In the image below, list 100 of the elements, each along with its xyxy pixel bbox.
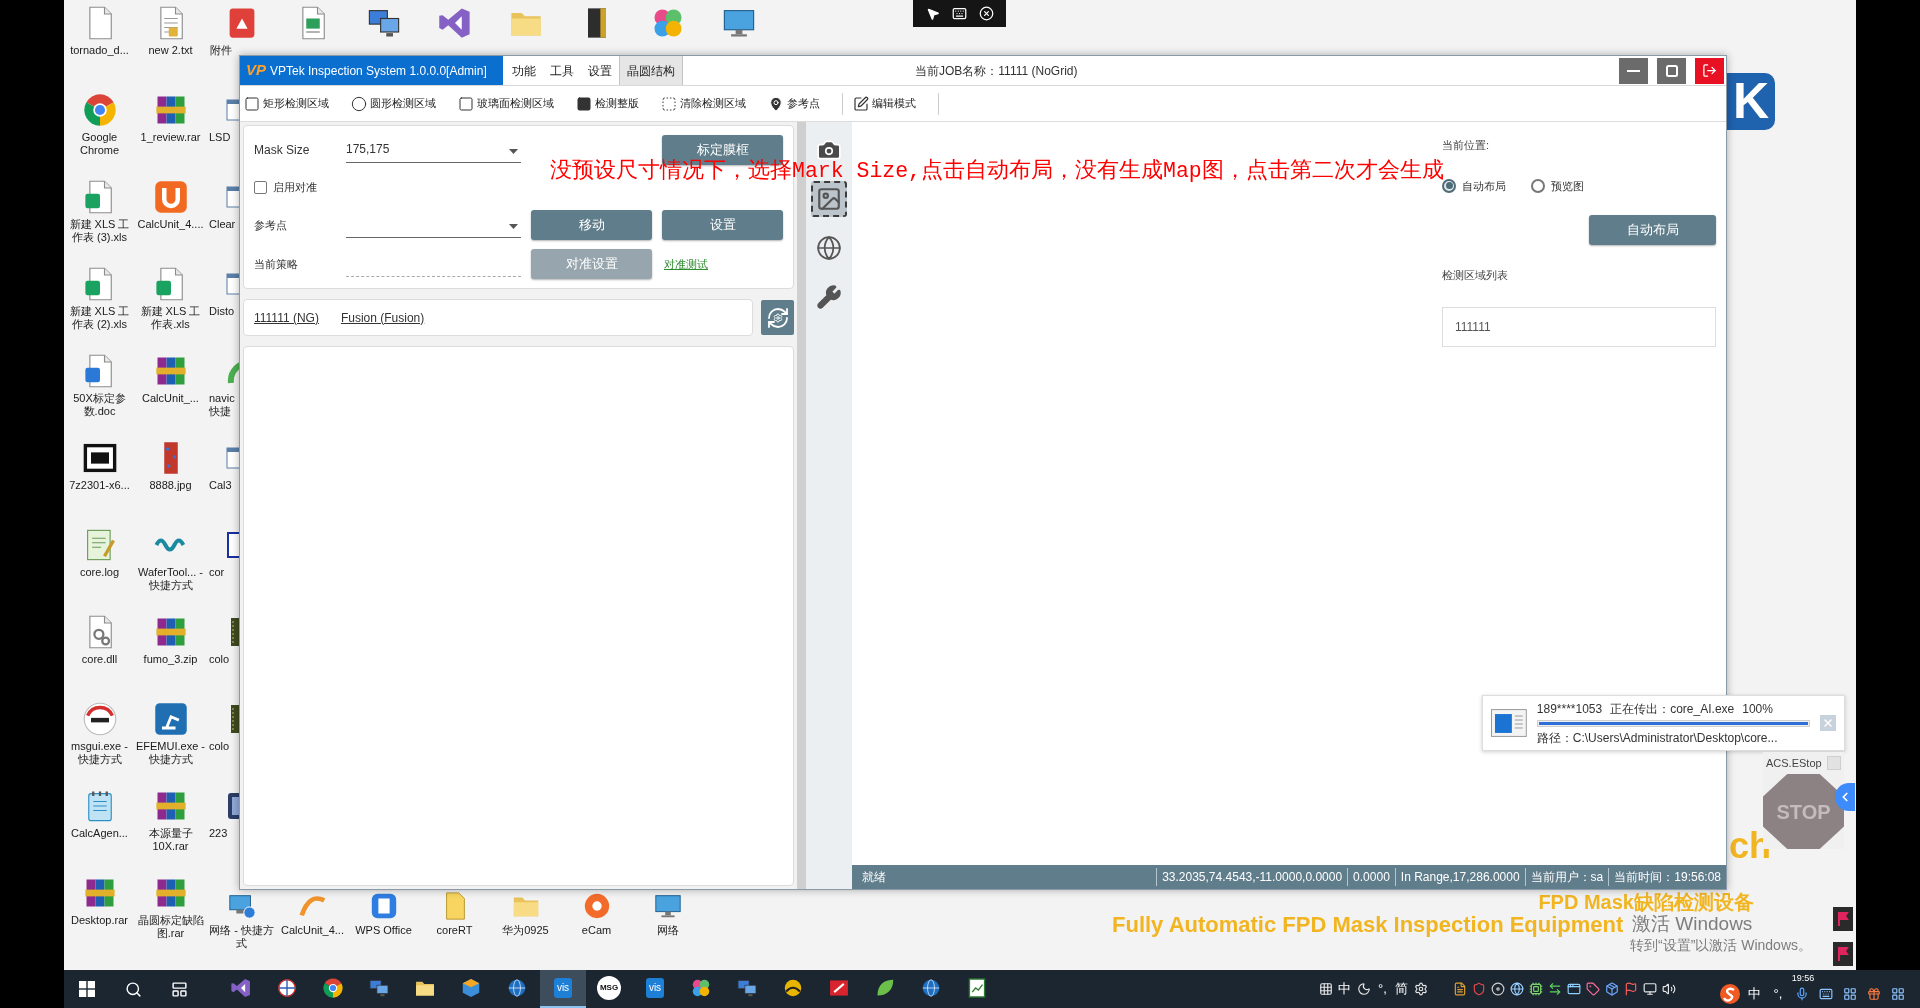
radio-button[interactable] — [1531, 178, 1545, 193]
desktop-shortcut[interactable]: new 2.txt — [135, 5, 206, 87]
desktop-shortcut[interactable]: 新建 XLS 工作表 (2).xls — [64, 266, 135, 348]
desktop-shortcut[interactable]: 晶圆标定缺陷图.rar — [135, 875, 206, 957]
radio-label[interactable]: 自动布局 — [1462, 177, 1506, 194]
desktop-shortcut[interactable]: EFEMUI.exe - 快捷方式 — [135, 701, 206, 783]
shortcut-label[interactable]: Disto — [209, 305, 239, 318]
chip-icon[interactable] — [1528, 982, 1543, 996]
menu-tab[interactable]: 工具 — [543, 56, 581, 85]
window-icon[interactable] — [1566, 982, 1581, 996]
toolbar-button[interactable]: 检测整版 — [576, 90, 639, 117]
shortcut-label[interactable]: colo — [209, 740, 239, 753]
moon-icon[interactable] — [1356, 982, 1371, 996]
desktop-shortcut[interactable]: CalcUnit_... — [135, 353, 206, 435]
flag-icon[interactable] — [1833, 907, 1853, 931]
maximize-button[interactable] — [1657, 57, 1686, 84]
desktop-shortcut[interactable]: WaferTool... - 快捷方式 — [135, 527, 206, 609]
shortcut-label[interactable]: 附件 — [210, 44, 238, 57]
desktop-shortcut[interactable]: eCam — [561, 891, 632, 970]
file-icon[interactable] — [1452, 982, 1467, 996]
flag-icon[interactable] — [1623, 982, 1638, 996]
pointer-icon[interactable] — [925, 6, 940, 21]
move-button[interactable]: 移动 — [531, 210, 652, 240]
shortcut-label[interactable]: Clear — [209, 218, 239, 231]
mask-size-select[interactable]: 175,175 — [346, 137, 521, 163]
desktop-shortcut[interactable]: 50X标定参数.doc — [64, 353, 135, 435]
flag-icon[interactable] — [1833, 942, 1853, 966]
desktop-shortcut[interactable]: 本源量子 10X.rar — [135, 788, 206, 870]
radio-button[interactable] — [1442, 178, 1456, 193]
keyboard-grid-icon[interactable] — [1318, 982, 1333, 996]
desktop-shortcut[interactable]: 新建 XLS 工作表.xls — [135, 266, 206, 348]
desktop-shortcut[interactable]: 7z2301-x6... — [64, 440, 135, 522]
desktop-shortcut[interactable]: core.log — [64, 527, 135, 609]
tool-button[interactable] — [811, 181, 847, 217]
desktop-shortcut[interactable]: CalcUnit_4.... — [135, 179, 206, 261]
arrows-icon[interactable] — [1547, 982, 1562, 996]
tag-icon[interactable] — [1585, 982, 1600, 996]
ime-indicator[interactable]: 中 — [1338, 981, 1351, 997]
desktop-shortcut[interactable]: 网络 — [632, 891, 703, 970]
shortcut-label[interactable]: LSD — [209, 131, 239, 144]
toolbar-button[interactable]: 矩形检测区域 — [244, 90, 329, 117]
keyboard-icon[interactable] — [1819, 987, 1833, 1001]
desktop-shortcut[interactable]: Desktop.rar — [64, 875, 135, 957]
start-icon[interactable] — [79, 981, 95, 997]
desktop-shortcut[interactable]: msgui.exe - 快捷方式 — [64, 701, 135, 783]
package-icon[interactable] — [1604, 982, 1619, 996]
checkbox-label[interactable]: 启用对准 — [273, 179, 317, 196]
swirl-logo-icon[interactable] — [1720, 984, 1740, 1004]
shortcut-label[interactable]: cor — [209, 566, 239, 579]
microphone-icon[interactable] — [1795, 987, 1809, 1001]
menu-tab[interactable]: 设置 — [581, 56, 619, 85]
desktop-shortcut[interactable]: 华为0925 — [490, 891, 561, 970]
set-button[interactable]: 设置 — [662, 210, 783, 240]
task-view-icon[interactable] — [170, 980, 188, 998]
shortcut-label[interactable]: 223 — [209, 827, 239, 840]
shortcut-label[interactable]: navic 快捷 — [209, 392, 239, 418]
job-link[interactable]: Fusion (Fusion) — [340, 308, 425, 327]
align-checkbox[interactable] — [254, 181, 267, 194]
toolbar-button[interactable]: 圆形检测区域 — [351, 90, 436, 117]
settings-icon[interactable] — [1413, 982, 1428, 996]
apps-grid-icon[interactable] — [1891, 987, 1905, 1001]
globe-icon[interactable] — [1509, 982, 1524, 996]
desktop-shortcut[interactable]: tornado_d... — [64, 5, 135, 87]
toolbar-button[interactable]: 编辑模式 — [853, 90, 916, 117]
ime-indicator[interactable]: 简 — [1395, 981, 1408, 997]
taskbar-button[interactable]: vis — [632, 970, 678, 1008]
desktop-shortcut[interactable]: 8888.jpg — [135, 440, 206, 522]
gift-icon[interactable] — [1867, 987, 1881, 1001]
menu-tab[interactable]: 功能 — [505, 56, 543, 85]
job-link[interactable]: 111111 (NG) — [254, 308, 319, 327]
close-icon[interactable] — [978, 6, 994, 21]
monitor-icon[interactable] — [1642, 982, 1657, 996]
disc-icon[interactable] — [1490, 982, 1505, 996]
ime-indicator[interactable]: 中 — [1747, 986, 1761, 1002]
search-icon[interactable] — [124, 980, 142, 998]
toolbar-button[interactable]: 玻璃面检测区域 — [458, 90, 554, 117]
align-test-link[interactable]: 对准测试 — [664, 255, 708, 273]
list-item[interactable]: 111111 — [1455, 317, 1715, 336]
shortcut-label[interactable]: Cal3 — [209, 479, 239, 492]
desktop-shortcut[interactable]: core.dll — [64, 614, 135, 696]
shield-icon[interactable] — [1471, 982, 1486, 996]
toolbar-button[interactable]: 参考点 — [768, 90, 820, 117]
menu-tab[interactable]: 晶圆结构 — [619, 56, 683, 85]
desktop-shortcut[interactable]: 网络 - 快捷方式 — [206, 891, 277, 970]
taskbar-button[interactable]: MSG — [586, 970, 632, 1008]
clock[interactable]: 19:56 — [1791, 973, 1815, 983]
desktop-shortcut[interactable]: coreRT — [419, 891, 490, 970]
shortcut-label[interactable]: colo — [209, 653, 239, 666]
radio-label[interactable]: 预览图 — [1551, 177, 1584, 194]
speaker-icon[interactable] — [1661, 982, 1676, 996]
desktop-shortcut[interactable]: 1_review.rar — [135, 92, 206, 174]
desktop-shortcut[interactable]: WPS Office — [348, 891, 419, 970]
close-button[interactable] — [1695, 57, 1724, 84]
minimize-button[interactable] — [1619, 57, 1648, 84]
desktop-shortcut[interactable]: Google Chrome — [64, 92, 135, 174]
apps-grid-icon[interactable] — [1843, 987, 1857, 1001]
ime-indicator[interactable]: °, — [1378, 981, 1387, 997]
desktop-shortcut[interactable]: fumo_3.zip — [135, 614, 206, 696]
desktop-shortcut[interactable]: CalcAgen... — [64, 788, 135, 870]
desktop-shortcut[interactable]: 新建 XLS 工作表 (3).xls — [64, 179, 135, 261]
